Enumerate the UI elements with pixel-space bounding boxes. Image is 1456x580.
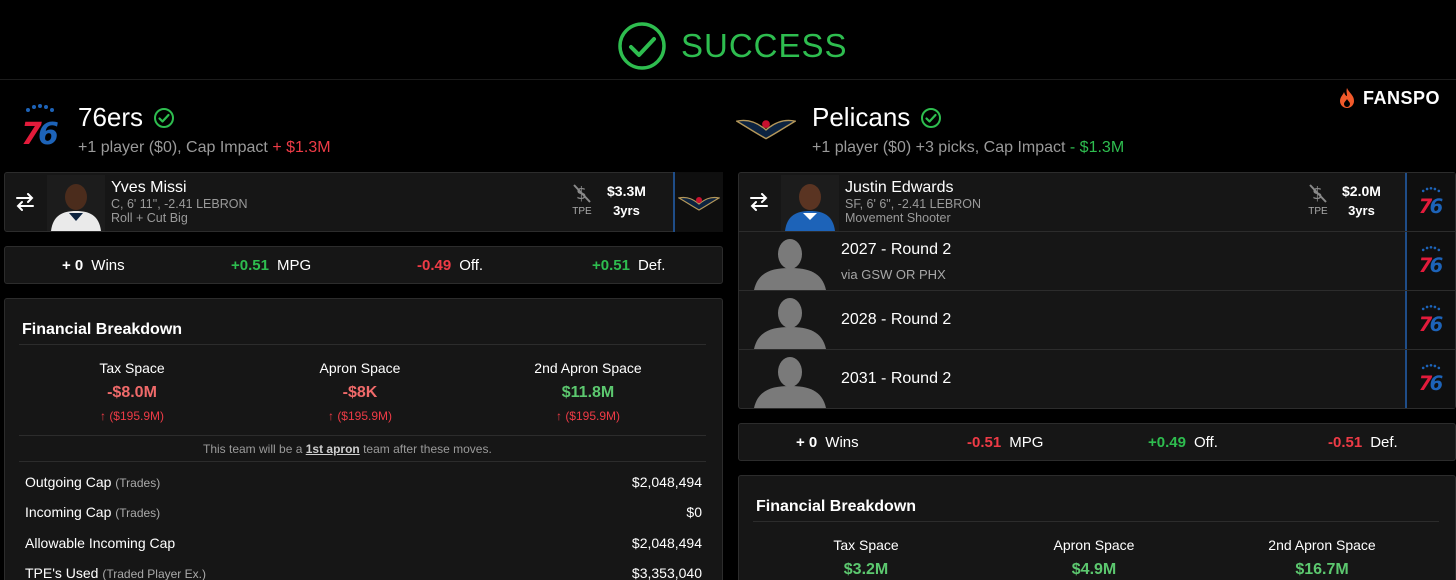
team-summary: +1 player ($0) +3 picks, Cap Impact - $1… bbox=[812, 139, 1125, 156]
impact-row-76ers: + 0 Wins +0.51 MPG -0.49 Off. +0.51 Def. bbox=[4, 246, 723, 284]
silhouette-icon bbox=[739, 232, 841, 290]
financial-title: Financial Breakdown bbox=[756, 498, 917, 515]
apron-space: Apron Space $4.9M bbox=[1053, 537, 1135, 578]
player-role: Movement Shooter bbox=[845, 211, 951, 225]
player-contract: $2.0M 3yrs bbox=[1342, 181, 1381, 221]
impact-wins: + 0 Wins bbox=[796, 433, 859, 451]
player-meta: C, 6' 11", -2.41 LEBRON bbox=[111, 197, 248, 211]
arrow-up-icon: ↑ bbox=[327, 409, 334, 423]
pelicans-logo bbox=[673, 172, 723, 232]
player-card-yves-missi[interactable]: Yves Missi C, 6' 11", -2.41 LEBRON Roll … bbox=[4, 172, 723, 232]
svg-text:6: 6 bbox=[1430, 195, 1444, 217]
allowable-incoming-cap: Allowable Incoming Cap $2,048,494 bbox=[25, 535, 702, 551]
apron-link[interactable]: 1st apron bbox=[306, 442, 360, 456]
silhouette-icon bbox=[739, 291, 841, 349]
svg-text:6: 6 bbox=[38, 117, 59, 150]
pick-row[interactable]: 2027 - Round 2 via GSW OR PHX 76 bbox=[739, 231, 1455, 290]
76ers-logo: 76 bbox=[1405, 291, 1455, 349]
tpe-used: TPE's Used (Traded Player Ex.) $3,353,040 bbox=[25, 565, 702, 580]
team-summary: +1 player ($0), Cap Impact + $1.3M bbox=[78, 139, 331, 156]
player-salary: $2.0M bbox=[1342, 183, 1381, 199]
result-header: SUCCESS bbox=[0, 0, 1456, 80]
player-role: Roll + Cut Big bbox=[111, 211, 188, 225]
team-name: Pelicans bbox=[812, 102, 1124, 133]
financial-breakdown-pelicans: Financial Breakdown Tax Space $3.2M Apro… bbox=[738, 475, 1456, 580]
no-dollar-icon: $ bbox=[573, 184, 591, 204]
impact-row-pelicans: + 0 Wins -0.51 MPG +0.49 Off. -0.51 Def. bbox=[738, 423, 1456, 461]
impact-def: -0.51 Def. bbox=[1328, 433, 1398, 451]
player-headshot bbox=[45, 173, 107, 231]
incoming-cap: Incoming Cap (Trades) $0 bbox=[25, 504, 702, 520]
fanspo-text: FANSPO bbox=[1362, 87, 1440, 108]
svg-text:6: 6 bbox=[1430, 313, 1444, 335]
outgoing-cap: Outgoing Cap (Trades) $2,048,494 bbox=[25, 474, 702, 490]
check-circle-icon bbox=[618, 22, 666, 70]
impact-wins: + 0 Wins bbox=[62, 256, 125, 274]
impact-def: +0.51 Def. bbox=[592, 256, 666, 274]
team-name: 76ers bbox=[78, 102, 331, 133]
fanspo-logo: FANSPO bbox=[1337, 87, 1440, 109]
tax-space: Tax Space -$8.0M ↑ ($195.9M) bbox=[99, 360, 165, 423]
apron-space: Apron Space -$8K ↑ ($195.9M) bbox=[319, 360, 401, 423]
impact-mpg: +0.51 MPG bbox=[231, 256, 312, 274]
flame-icon bbox=[1339, 88, 1354, 108]
tpe-indicator: $ TPE bbox=[572, 182, 592, 217]
second-apron-space: 2nd Apron Space $11.8M ↑ ($195.9M) bbox=[534, 360, 642, 423]
player-card-justin-edwards[interactable]: Justin Edwards SF, 6' 6", -2.41 LEBRON M… bbox=[739, 173, 1455, 231]
verified-check-icon bbox=[921, 107, 942, 128]
player-meta: SF, 6' 6", -2.41 LEBRON bbox=[845, 197, 982, 211]
no-dollar-icon: $ bbox=[1309, 184, 1327, 204]
76ers-logo: 7 6 bbox=[10, 102, 70, 152]
team-header-pelicans: Pelicans +1 player ($0) +3 picks, Cap Im… bbox=[736, 102, 1124, 157]
tax-space: Tax Space $3.2M bbox=[833, 537, 899, 578]
arrow-up-icon: ↑ bbox=[555, 409, 562, 423]
impact-off: -0.49 Off. bbox=[417, 256, 484, 274]
pick-row[interactable]: 2031 - Round 2 76 bbox=[739, 349, 1455, 408]
team-header-76ers: 7 6 76ers +1 player ($0), Cap Impact + $… bbox=[10, 102, 331, 157]
apron-note: This team will be a 1st apron team after… bbox=[203, 442, 492, 456]
impact-mpg: -0.51 MPG bbox=[967, 433, 1044, 451]
player-name[interactable]: Justin Edwards bbox=[845, 179, 981, 197]
swap-arrows-icon[interactable] bbox=[739, 193, 779, 211]
player-name[interactable]: Yves Missi bbox=[111, 179, 248, 197]
impact-off: +0.49 Off. bbox=[1148, 433, 1218, 451]
verified-check-icon bbox=[154, 107, 175, 128]
player-years: 3yrs bbox=[613, 203, 640, 218]
arrow-up-icon: ↑ bbox=[99, 409, 106, 423]
silhouette-icon bbox=[739, 350, 841, 408]
player-headshot bbox=[779, 173, 841, 231]
assets-card-pelicans: Justin Edwards SF, 6' 6", -2.41 LEBRON M… bbox=[738, 172, 1456, 409]
pelicans-logo bbox=[736, 102, 796, 152]
76ers-logo: 76 bbox=[1405, 232, 1455, 290]
player-contract: $3.3M 3yrs bbox=[607, 181, 646, 221]
pick-row[interactable]: 2028 - Round 2 76 bbox=[739, 290, 1455, 349]
player-salary: $3.3M bbox=[607, 183, 646, 199]
svg-text:6: 6 bbox=[1430, 254, 1444, 276]
tpe-indicator: $ TPE bbox=[1308, 182, 1328, 217]
financial-breakdown-76ers: Financial Breakdown Tax Space -$8.0M ↑ (… bbox=[4, 298, 723, 580]
success-banner: SUCCESS bbox=[617, 21, 848, 71]
76ers-logo: 76 bbox=[1405, 173, 1455, 231]
success-text: SUCCESS bbox=[681, 27, 848, 64]
76ers-logo: 76 bbox=[1405, 350, 1455, 408]
svg-text:6: 6 bbox=[1430, 372, 1444, 394]
financial-title: Financial Breakdown bbox=[22, 321, 183, 338]
swap-arrows-icon[interactable] bbox=[5, 193, 45, 211]
player-years: 3yrs bbox=[1348, 203, 1375, 218]
second-apron-space: 2nd Apron Space $16.7M bbox=[1268, 537, 1376, 578]
